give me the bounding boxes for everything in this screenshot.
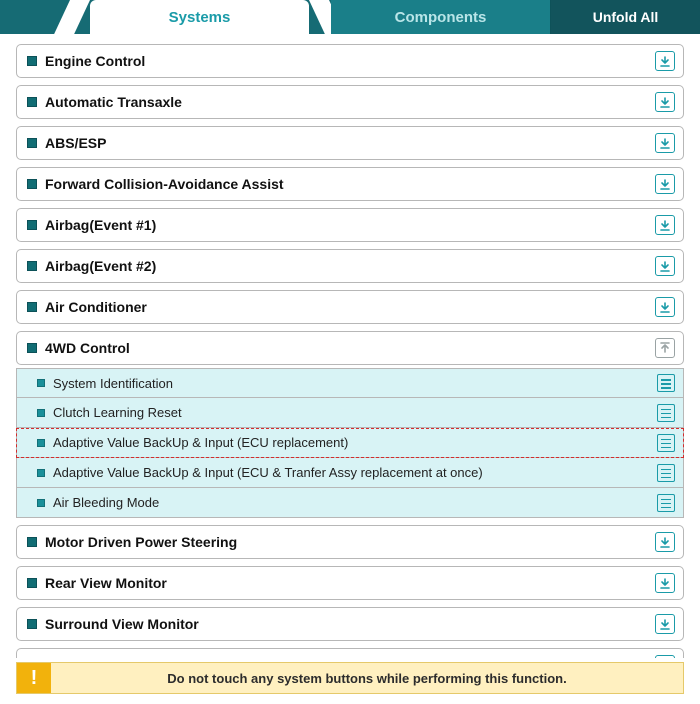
- sub-function-row[interactable]: Air Bleeding Mode: [16, 488, 684, 518]
- download-icon[interactable]: [655, 655, 675, 658]
- download-icon[interactable]: [655, 297, 675, 317]
- warning-icon: !: [17, 663, 51, 693]
- document-icon[interactable]: [657, 434, 675, 452]
- square-bullet-icon: [37, 409, 45, 417]
- download-icon[interactable]: [655, 215, 675, 235]
- sub-function-list: System Identification Clutch Learning Res…: [16, 368, 684, 518]
- warning-bar: ! Do not touch any system buttons while …: [16, 662, 684, 694]
- download-icon[interactable]: [655, 573, 675, 593]
- square-bullet-icon: [27, 343, 37, 353]
- system-row[interactable]: Airbag(Event #2): [16, 249, 684, 283]
- system-row[interactable]: ABS/ESP: [16, 126, 684, 160]
- systems-list-scroll[interactable]: Engine Control Automatic Transaxle ABS/ESP…: [0, 34, 700, 658]
- download-icon[interactable]: [655, 614, 675, 634]
- square-bullet-icon: [27, 97, 37, 107]
- sub-function-label: System Identification: [53, 376, 657, 391]
- square-bullet-icon: [37, 469, 45, 477]
- unfold-all-button[interactable]: Unfold All: [550, 0, 700, 34]
- system-row[interactable]: Motor Driven Power Steering: [16, 525, 684, 559]
- system-label: Forward Collision-Avoidance Assist: [45, 176, 655, 192]
- system-label: Automatic Transaxle: [45, 94, 655, 110]
- square-bullet-icon: [27, 220, 37, 230]
- download-icon[interactable]: [655, 256, 675, 276]
- square-bullet-icon: [27, 537, 37, 547]
- system-label: Parking Assist: [45, 657, 655, 658]
- download-icon[interactable]: [655, 532, 675, 552]
- system-row[interactable]: Forward Collision-Avoidance Assist: [16, 167, 684, 201]
- system-label: Surround View Monitor: [45, 616, 655, 632]
- system-label: Engine Control: [45, 53, 655, 69]
- system-label: Rear View Monitor: [45, 575, 655, 591]
- square-bullet-icon: [27, 138, 37, 148]
- sub-function-row[interactable]: Clutch Learning Reset: [16, 398, 684, 428]
- download-icon[interactable]: [655, 133, 675, 153]
- document-icon[interactable]: [657, 494, 675, 512]
- square-bullet-icon: [27, 578, 37, 588]
- sub-function-row[interactable]: Adaptive Value BackUp & Input (ECU repla…: [16, 428, 684, 458]
- square-bullet-icon: [27, 302, 37, 312]
- sub-function-label: Adaptive Value BackUp & Input (ECU repla…: [53, 435, 657, 450]
- system-label: Air Conditioner: [45, 299, 655, 315]
- download-icon[interactable]: [655, 51, 675, 71]
- document-icon[interactable]: [657, 464, 675, 482]
- system-row[interactable]: 4WD Control: [16, 331, 684, 365]
- system-row[interactable]: Air Conditioner: [16, 290, 684, 324]
- system-row[interactable]: Engine Control: [16, 44, 684, 78]
- system-row[interactable]: Automatic Transaxle: [16, 85, 684, 119]
- system-row[interactable]: Parking Assist: [16, 648, 684, 658]
- square-bullet-icon: [27, 56, 37, 66]
- tab-systems[interactable]: Systems: [90, 0, 309, 34]
- collapse-icon[interactable]: [655, 338, 675, 358]
- square-bullet-icon: [27, 619, 37, 629]
- sub-function-row[interactable]: System Identification: [16, 368, 684, 398]
- download-icon[interactable]: [655, 92, 675, 112]
- square-bullet-icon: [37, 439, 45, 447]
- square-bullet-icon: [37, 499, 45, 507]
- sub-function-label: Clutch Learning Reset: [53, 405, 657, 420]
- sub-function-label: Air Bleeding Mode: [53, 495, 657, 510]
- warning-message: Do not touch any system buttons while pe…: [51, 671, 683, 686]
- document-icon[interactable]: [657, 404, 675, 422]
- system-label: 4WD Control: [45, 340, 655, 356]
- system-row[interactable]: Surround View Monitor: [16, 607, 684, 641]
- tab-bar: Systems Components Unfold All: [0, 0, 700, 34]
- download-icon[interactable]: [655, 174, 675, 194]
- system-label: Motor Driven Power Steering: [45, 534, 655, 550]
- square-bullet-icon: [37, 379, 45, 387]
- sub-function-label: Adaptive Value BackUp & Input (ECU & Tra…: [53, 465, 657, 480]
- system-row[interactable]: Rear View Monitor: [16, 566, 684, 600]
- system-label: Airbag(Event #1): [45, 217, 655, 233]
- sub-function-row[interactable]: Adaptive Value BackUp & Input (ECU & Tra…: [16, 458, 684, 488]
- system-row[interactable]: Airbag(Event #1): [16, 208, 684, 242]
- document-icon[interactable]: [657, 374, 675, 392]
- square-bullet-icon: [27, 179, 37, 189]
- system-label: Airbag(Event #2): [45, 258, 655, 274]
- system-label: ABS/ESP: [45, 135, 655, 151]
- square-bullet-icon: [27, 261, 37, 271]
- tab-components[interactable]: Components: [331, 0, 550, 34]
